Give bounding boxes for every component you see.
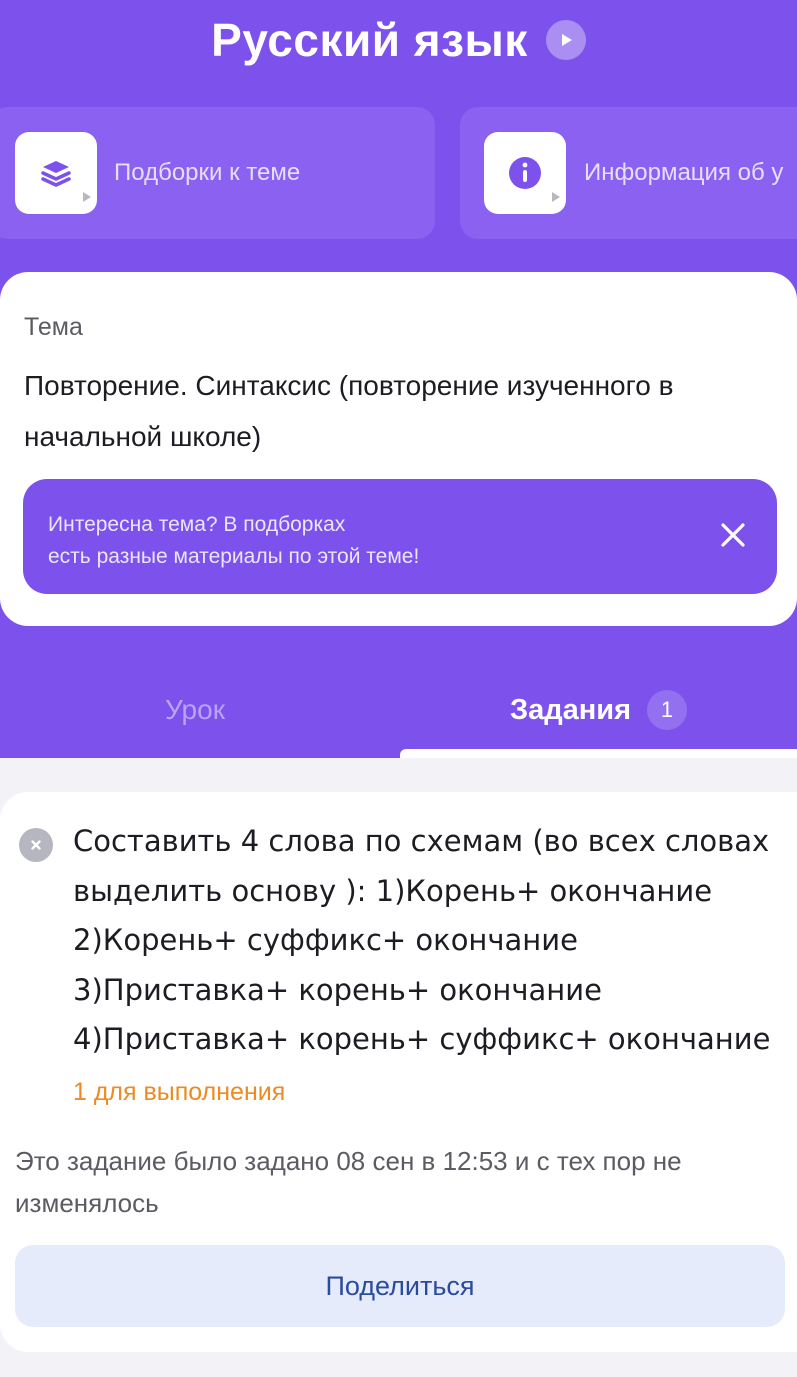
task-assigned-info: Это задание было задано 08 сен в 12:53 и… <box>15 1146 682 1218</box>
play-icon <box>83 192 91 202</box>
page-title: Русский язык <box>211 14 528 66</box>
task-due-label: 1 для выполнения <box>73 1078 286 1106</box>
tab-lesson-label: Урок <box>165 694 225 725</box>
info-circle-icon <box>484 132 566 214</box>
task-text: Составить 4 слова по схемам (во всех сло… <box>73 817 793 1065</box>
task-card: Составить 4 слова по схемам (во всех сло… <box>0 792 797 1352</box>
stack-layers-icon <box>15 132 97 214</box>
promo-text: Интересна тема? В подборках есть разные … <box>48 509 668 573</box>
collections-promo-banner[interactable]: Интересна тема? В подборках есть разные … <box>23 479 777 594</box>
share-button[interactable]: Поделиться <box>15 1245 785 1327</box>
close-icon[interactable] <box>715 517 751 553</box>
theme-label: Тема <box>24 313 83 341</box>
lesson-info-label: Информация об у <box>584 159 784 186</box>
task-line: 3)Приставка+ корень+ окончание <box>73 972 602 1007</box>
play-icon <box>552 192 560 202</box>
play-circle-icon[interactable] <box>545 20 586 60</box>
collections-label: Подборки к теме <box>114 159 301 186</box>
task-line: 2)Корень+ суффикс+ окончание <box>73 923 578 957</box>
collections-card[interactable]: Подборки к теме <box>0 107 435 239</box>
title-row: Русский язык <box>0 8 797 72</box>
tab-lesson[interactable]: Урок <box>0 680 390 740</box>
task-line: Составить 4 слова по схемам (во всех сло… <box>73 824 770 858</box>
tab-tasks[interactable]: Задания 1 <box>400 680 797 740</box>
task-status-icon <box>19 828 53 862</box>
task-line: 4)Приставка+ корень+ суффикс+ окончание <box>73 1022 771 1056</box>
promo-line: Интересна тема? В подборках <box>48 513 346 536</box>
active-tab-indicator <box>400 749 797 758</box>
lesson-info-card[interactable]: Информация об у <box>460 107 797 239</box>
tab-tasks-label: Задания <box>509 693 632 726</box>
tasks-count-badge: 1 <box>647 690 688 730</box>
task-line: выделить основу ): 1)Корень+ окончание <box>73 873 713 908</box>
theme-card: Тема Повторение. Синтаксис (повторение и… <box>0 272 797 626</box>
theme-text: Повторение. Синтаксис (повторение изучен… <box>24 370 674 452</box>
promo-line: есть разные материалы по этой теме! <box>48 545 420 568</box>
